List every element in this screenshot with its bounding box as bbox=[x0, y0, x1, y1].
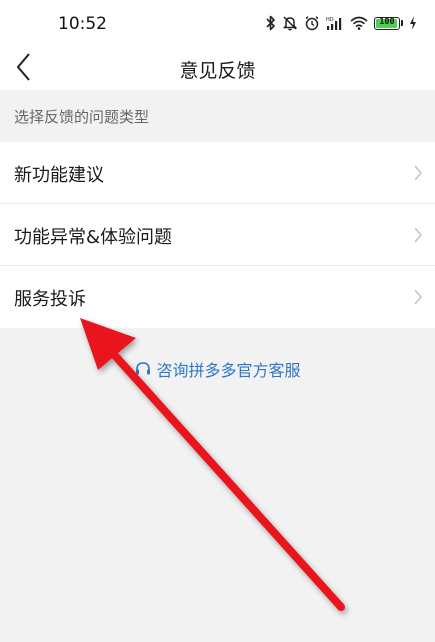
chevron-right-icon bbox=[414, 289, 423, 305]
mute-bell-icon bbox=[282, 15, 298, 31]
customer-service-link[interactable]: 咨询拼多多官方客服 bbox=[0, 357, 435, 381]
svg-text:HD: HD bbox=[326, 17, 334, 23]
bluetooth-icon bbox=[265, 15, 276, 31]
list-item-new-feature[interactable]: 新功能建议 bbox=[0, 142, 435, 204]
status-icons: HD 100 bbox=[265, 15, 417, 31]
navigation-bar: 意见反馈 bbox=[0, 48, 435, 90]
chevron-right-icon bbox=[414, 227, 423, 243]
section-header-text: 选择反馈的问题类型 bbox=[14, 108, 150, 126]
section-header: 选择反馈的问题类型 bbox=[0, 90, 435, 142]
page-title: 意见反馈 bbox=[179, 60, 256, 82]
signal-icon: HD bbox=[326, 16, 344, 31]
status-time: 10:52 bbox=[58, 14, 107, 34]
headset-icon bbox=[136, 362, 151, 375]
list-item-label: 新功能建议 bbox=[14, 165, 104, 186]
list-item-service-complaint[interactable]: 服务投诉 bbox=[0, 266, 435, 328]
wifi-icon bbox=[350, 16, 368, 30]
status-bar: 10:52 HD 100 bbox=[0, 0, 435, 48]
battery-level: 100 bbox=[379, 16, 395, 27]
charging-icon bbox=[409, 16, 417, 30]
list-item-label: 服务投诉 bbox=[14, 289, 86, 310]
battery-cap bbox=[401, 20, 403, 26]
battery-icon: 100 bbox=[374, 16, 400, 30]
list-item-malfunction[interactable]: 功能异常&体验问题 bbox=[0, 204, 435, 266]
chevron-right-icon bbox=[414, 165, 423, 181]
alarm-icon bbox=[304, 15, 320, 31]
customer-service-label: 咨询拼多多官方客服 bbox=[156, 361, 301, 380]
feedback-type-list: 新功能建议 功能异常&体验问题 服务投诉 bbox=[0, 142, 435, 328]
list-item-label: 功能异常&体验问题 bbox=[14, 227, 173, 248]
